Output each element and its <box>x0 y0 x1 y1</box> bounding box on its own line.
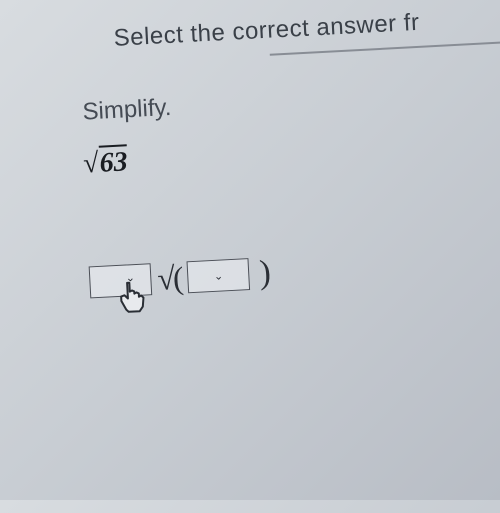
coefficient-dropdown[interactable]: ⌄ <box>89 263 153 298</box>
sqrt-open-paren: √( <box>156 259 182 297</box>
prompt-label: Simplify. <box>82 94 172 127</box>
close-paren: ) <box>258 254 271 293</box>
math-expression: √63 <box>82 146 128 180</box>
chevron-down-icon: ⌄ <box>125 271 135 284</box>
instruction-text: Select the correct answer fr <box>113 9 420 53</box>
radicand: 63 <box>98 146 129 178</box>
answer-input-row: ⌄ √( ⌄ ) <box>88 254 271 301</box>
chevron-down-icon: ⌄ <box>214 269 224 282</box>
radicand-dropdown[interactable]: ⌄ <box>187 258 251 293</box>
